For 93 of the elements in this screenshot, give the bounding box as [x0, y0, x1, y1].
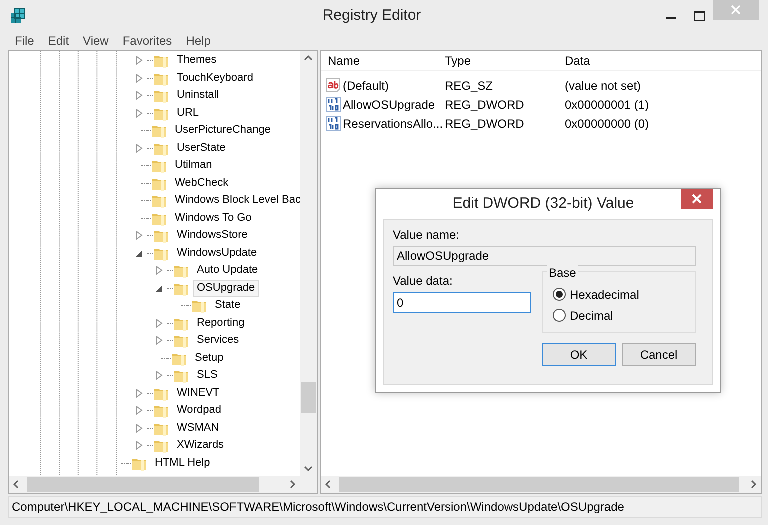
- tree-item[interactable]: UserState: [173, 140, 230, 157]
- folder-icon: [173, 263, 189, 278]
- scrollbar-thumb[interactable]: [27, 477, 259, 492]
- tree-item[interactable]: State: [211, 297, 245, 314]
- folder-icon: [153, 228, 169, 244]
- collapsed-arrow-icon[interactable]: [135, 441, 144, 450]
- tree-item[interactable]: Services: [193, 332, 244, 350]
- value-type: REG_SZ: [444, 78, 494, 94]
- collapsed-arrow-icon[interactable]: [135, 144, 144, 153]
- registry-app-icon: [9, 7, 27, 25]
- tree-item[interactable]: Auto Update: [193, 262, 262, 280]
- status-bar: Computer\HKEY_LOCAL_MACHINE\SOFTWARE\Microsoft\Windows\CurrentVersion\WindowsUpdate\OSUpgrade: [8, 496, 762, 518]
- tree-item[interactable]: OSUpgrade: [193, 280, 260, 297]
- collapsed-arrow-icon[interactable]: [135, 406, 144, 416]
- expanded-arrow-icon[interactable]: [155, 284, 164, 293]
- close-icon[interactable]: [692, 194, 702, 204]
- maximize-icon[interactable]: [694, 11, 704, 21]
- string-value-icon: [326, 78, 341, 93]
- value-data: (value not set): [564, 78, 642, 94]
- folder-icon: [153, 438, 169, 454]
- field-label: Value name:: [393, 228, 460, 242]
- value-name[interactable]: (Default): [343, 76, 390, 94]
- tree-item[interactable]: Wordpad: [173, 402, 226, 420]
- tree-item[interactable]: WINEVT: [173, 384, 224, 402]
- value-data: 0x00000000 (0): [564, 116, 650, 132]
- folder-icon: [153, 53, 169, 68]
- folder-icon: [151, 158, 167, 174]
- collapsed-arrow-icon[interactable]: [135, 108, 144, 118]
- tree-item[interactable]: HTML Help: [151, 454, 214, 472]
- folder-icon: [153, 403, 169, 418]
- tree-item[interactable]: URL: [173, 104, 204, 122]
- tree-item[interactable]: TouchKeyboard: [173, 70, 258, 87]
- window-title: Registry Editor: [322, 6, 422, 26]
- folder-icon: [191, 298, 207, 314]
- field-label: Value data:: [393, 274, 454, 288]
- tree-item[interactable]: WindowsUpdate: [173, 244, 262, 262]
- folder-icon: [151, 123, 167, 138]
- binary-value-icon: [326, 116, 341, 131]
- folder-icon: [151, 193, 167, 208]
- tree-item[interactable]: XWizards: [173, 437, 228, 454]
- value-name[interactable]: AllowOSUpgrade: [343, 96, 436, 114]
- tree-item[interactable]: Windows To Go: [171, 210, 256, 227]
- menu-item[interactable]: File: [8, 32, 42, 50]
- expanded-arrow-icon[interactable]: [135, 248, 144, 258]
- radio-button[interactable]: [553, 288, 566, 301]
- value-name-field[interactable]: AllowOSUpgrade: [393, 246, 696, 266]
- tree-item[interactable]: Utilman: [171, 157, 216, 174]
- tree-item[interactable]: Themes: [173, 52, 221, 70]
- tree-item[interactable]: Uninstall: [173, 87, 224, 104]
- collapsed-arrow-icon[interactable]: [155, 266, 164, 276]
- dialog-button[interactable]: Cancel: [622, 343, 696, 366]
- tree-item[interactable]: Setup: [191, 350, 228, 367]
- collapsed-arrow-icon[interactable]: [135, 424, 144, 433]
- dialog-button[interactable]: OK: [542, 343, 616, 366]
- close-button[interactable]: [681, 189, 713, 209]
- collapsed-arrow-icon[interactable]: [135, 74, 144, 83]
- dialog-title: Edit DWORD (32-bit) Value: [452, 194, 636, 214]
- value-data: 0x00000001 (1): [564, 96, 650, 114]
- horizontal-scrollbar[interactable]: [9, 476, 300, 493]
- radio-label[interactable]: Hexadecimal: [570, 286, 640, 304]
- scrollbar-thumb[interactable]: [301, 382, 316, 413]
- tree-item[interactable]: SLS: [193, 367, 222, 384]
- collapsed-arrow-icon[interactable]: [135, 56, 144, 66]
- column-header[interactable]: Type: [439, 52, 559, 70]
- collapsed-arrow-icon[interactable]: [135, 388, 144, 398]
- menu-item[interactable]: View: [76, 32, 116, 50]
- folder-icon: [153, 88, 169, 104]
- value-type: REG_DWORD: [444, 96, 526, 114]
- column-header[interactable]: Data: [559, 52, 761, 70]
- horizontal-scrollbar[interactable]: [321, 476, 761, 493]
- value-name[interactable]: ReservationsAllo...: [343, 114, 444, 132]
- tree-item[interactable]: WSMAN: [173, 420, 224, 437]
- tree-item[interactable]: WindowsStore: [173, 227, 252, 244]
- folder-icon: [173, 368, 189, 384]
- collapsed-arrow-icon[interactable]: [155, 371, 164, 380]
- tree-item[interactable]: WebCheck: [171, 174, 233, 192]
- menu-item[interactable]: Favorites: [116, 32, 180, 50]
- radio-button[interactable]: [553, 309, 566, 322]
- scrollbar-thumb[interactable]: [339, 477, 739, 492]
- tree-item[interactable]: UserPictureChange: [171, 122, 275, 140]
- menu-item[interactable]: Edit: [41, 32, 76, 50]
- collapsed-arrow-icon[interactable]: [155, 318, 164, 328]
- collapsed-arrow-icon[interactable]: [155, 336, 164, 346]
- binary-value-icon: [326, 97, 341, 112]
- tree-item[interactable]: Reporting: [193, 314, 249, 332]
- vertical-scrollbar[interactable]: [300, 51, 317, 476]
- collapsed-arrow-icon[interactable]: [135, 91, 144, 100]
- radio-label[interactable]: Decimal: [570, 306, 614, 324]
- menu-item[interactable]: Help: [179, 32, 218, 50]
- column-header[interactable]: Name: [321, 52, 439, 70]
- collapsed-arrow-icon[interactable]: [135, 231, 144, 240]
- folder-icon: [173, 333, 189, 348]
- value-data-field[interactable]: 0: [393, 292, 531, 313]
